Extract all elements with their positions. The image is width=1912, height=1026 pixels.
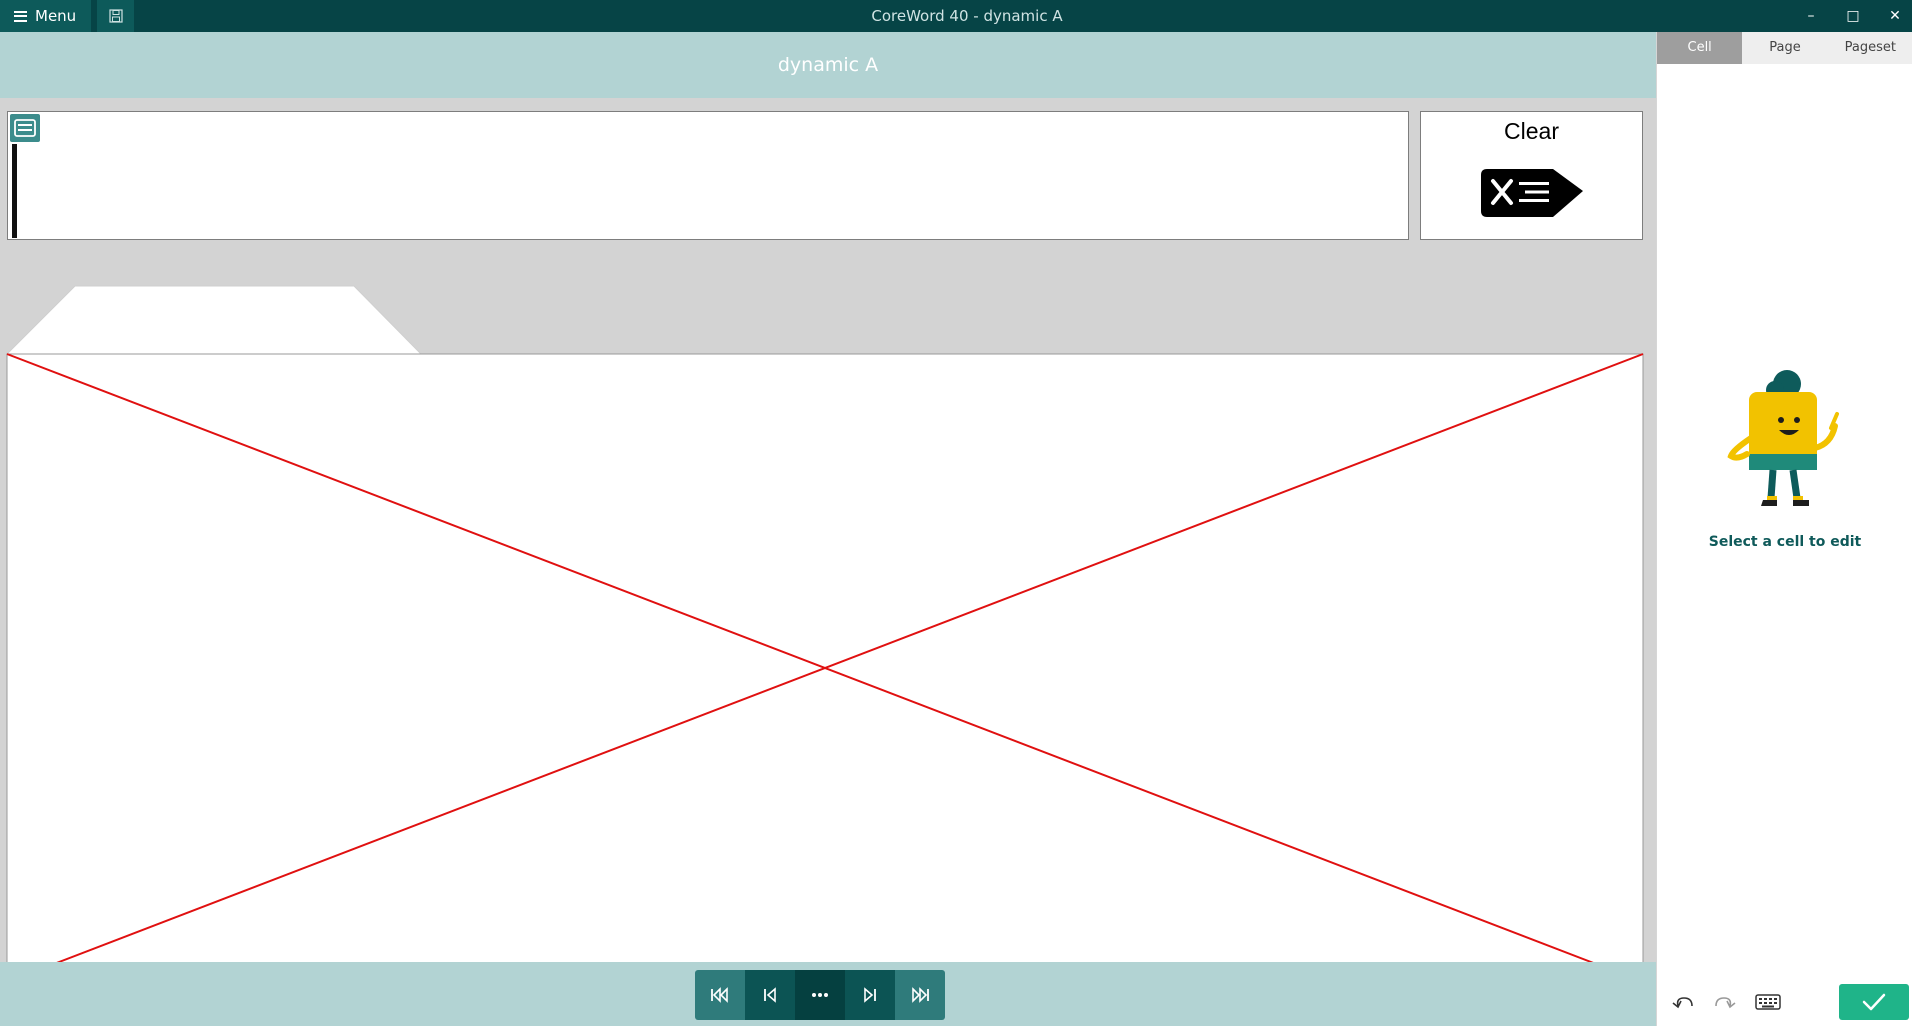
hamburger-icon xyxy=(14,10,27,22)
minimize-button[interactable]: – xyxy=(1790,0,1832,32)
properties-panel: Cell Page Pageset Select a cell to edit xyxy=(1656,32,1912,1026)
more-options-button[interactable] xyxy=(795,970,845,1020)
checkmark-icon xyxy=(1862,993,1886,1011)
message-window-icon xyxy=(10,114,40,142)
mascot-illustration xyxy=(1727,370,1839,506)
page-navigation xyxy=(695,970,945,1020)
save-button[interactable] xyxy=(97,0,134,32)
page-canvas: dynamic A Clear xyxy=(0,32,1656,1026)
confirm-button[interactable] xyxy=(1839,984,1909,1020)
clear-button[interactable]: Clear xyxy=(1420,111,1643,240)
undo-icon xyxy=(1672,997,1693,1009)
minimize-icon: – xyxy=(1807,8,1815,24)
clear-label: Clear xyxy=(1504,118,1559,144)
close-icon: ✕ xyxy=(1889,8,1901,24)
skip-to-start-icon xyxy=(711,987,728,1003)
last-page-button[interactable] xyxy=(895,970,945,1020)
content-folder xyxy=(0,252,1656,994)
save-icon xyxy=(108,9,123,23)
tab-cell[interactable]: Cell xyxy=(1657,32,1743,64)
undo-button[interactable] xyxy=(1669,990,1697,1014)
more-icon xyxy=(812,993,828,997)
tab-pageset[interactable]: Pageset xyxy=(1828,32,1912,64)
menu-button[interactable]: Menu xyxy=(0,0,91,32)
menu-label: Menu xyxy=(35,7,77,25)
next-icon xyxy=(864,987,876,1003)
maximize-button[interactable]: □ xyxy=(1832,0,1874,32)
panel-footer xyxy=(1657,978,1912,1026)
maximize-icon: □ xyxy=(1846,8,1860,24)
close-button[interactable]: ✕ xyxy=(1874,0,1912,32)
panel-tabs: Cell Page Pageset xyxy=(1657,32,1912,64)
folder-tab[interactable] xyxy=(5,285,423,355)
keyboard-button[interactable] xyxy=(1753,990,1783,1014)
select-cell-hint: Select a cell to edit xyxy=(1708,534,1862,550)
redo-icon xyxy=(1715,997,1736,1009)
tab-page[interactable]: Page xyxy=(1742,32,1827,64)
previous-page-button[interactable] xyxy=(745,970,795,1020)
first-page-button[interactable] xyxy=(695,970,745,1020)
title-bar: Menu CoreWord 40 - dynamic A – □ ✕ xyxy=(0,0,1912,32)
skip-to-end-icon xyxy=(912,987,929,1003)
page-title: dynamic A xyxy=(0,32,1656,98)
clear-text-icon xyxy=(1481,169,1583,217)
redo-button[interactable] xyxy=(1711,990,1739,1014)
previous-icon xyxy=(764,987,776,1003)
message-bar[interactable] xyxy=(7,111,1409,240)
bottom-bar xyxy=(0,962,1656,1026)
text-cursor xyxy=(12,144,17,238)
keyboard-icon xyxy=(1755,994,1781,1010)
window-title: CoreWord 40 - dynamic A xyxy=(871,7,1063,25)
next-page-button[interactable] xyxy=(845,970,895,1020)
